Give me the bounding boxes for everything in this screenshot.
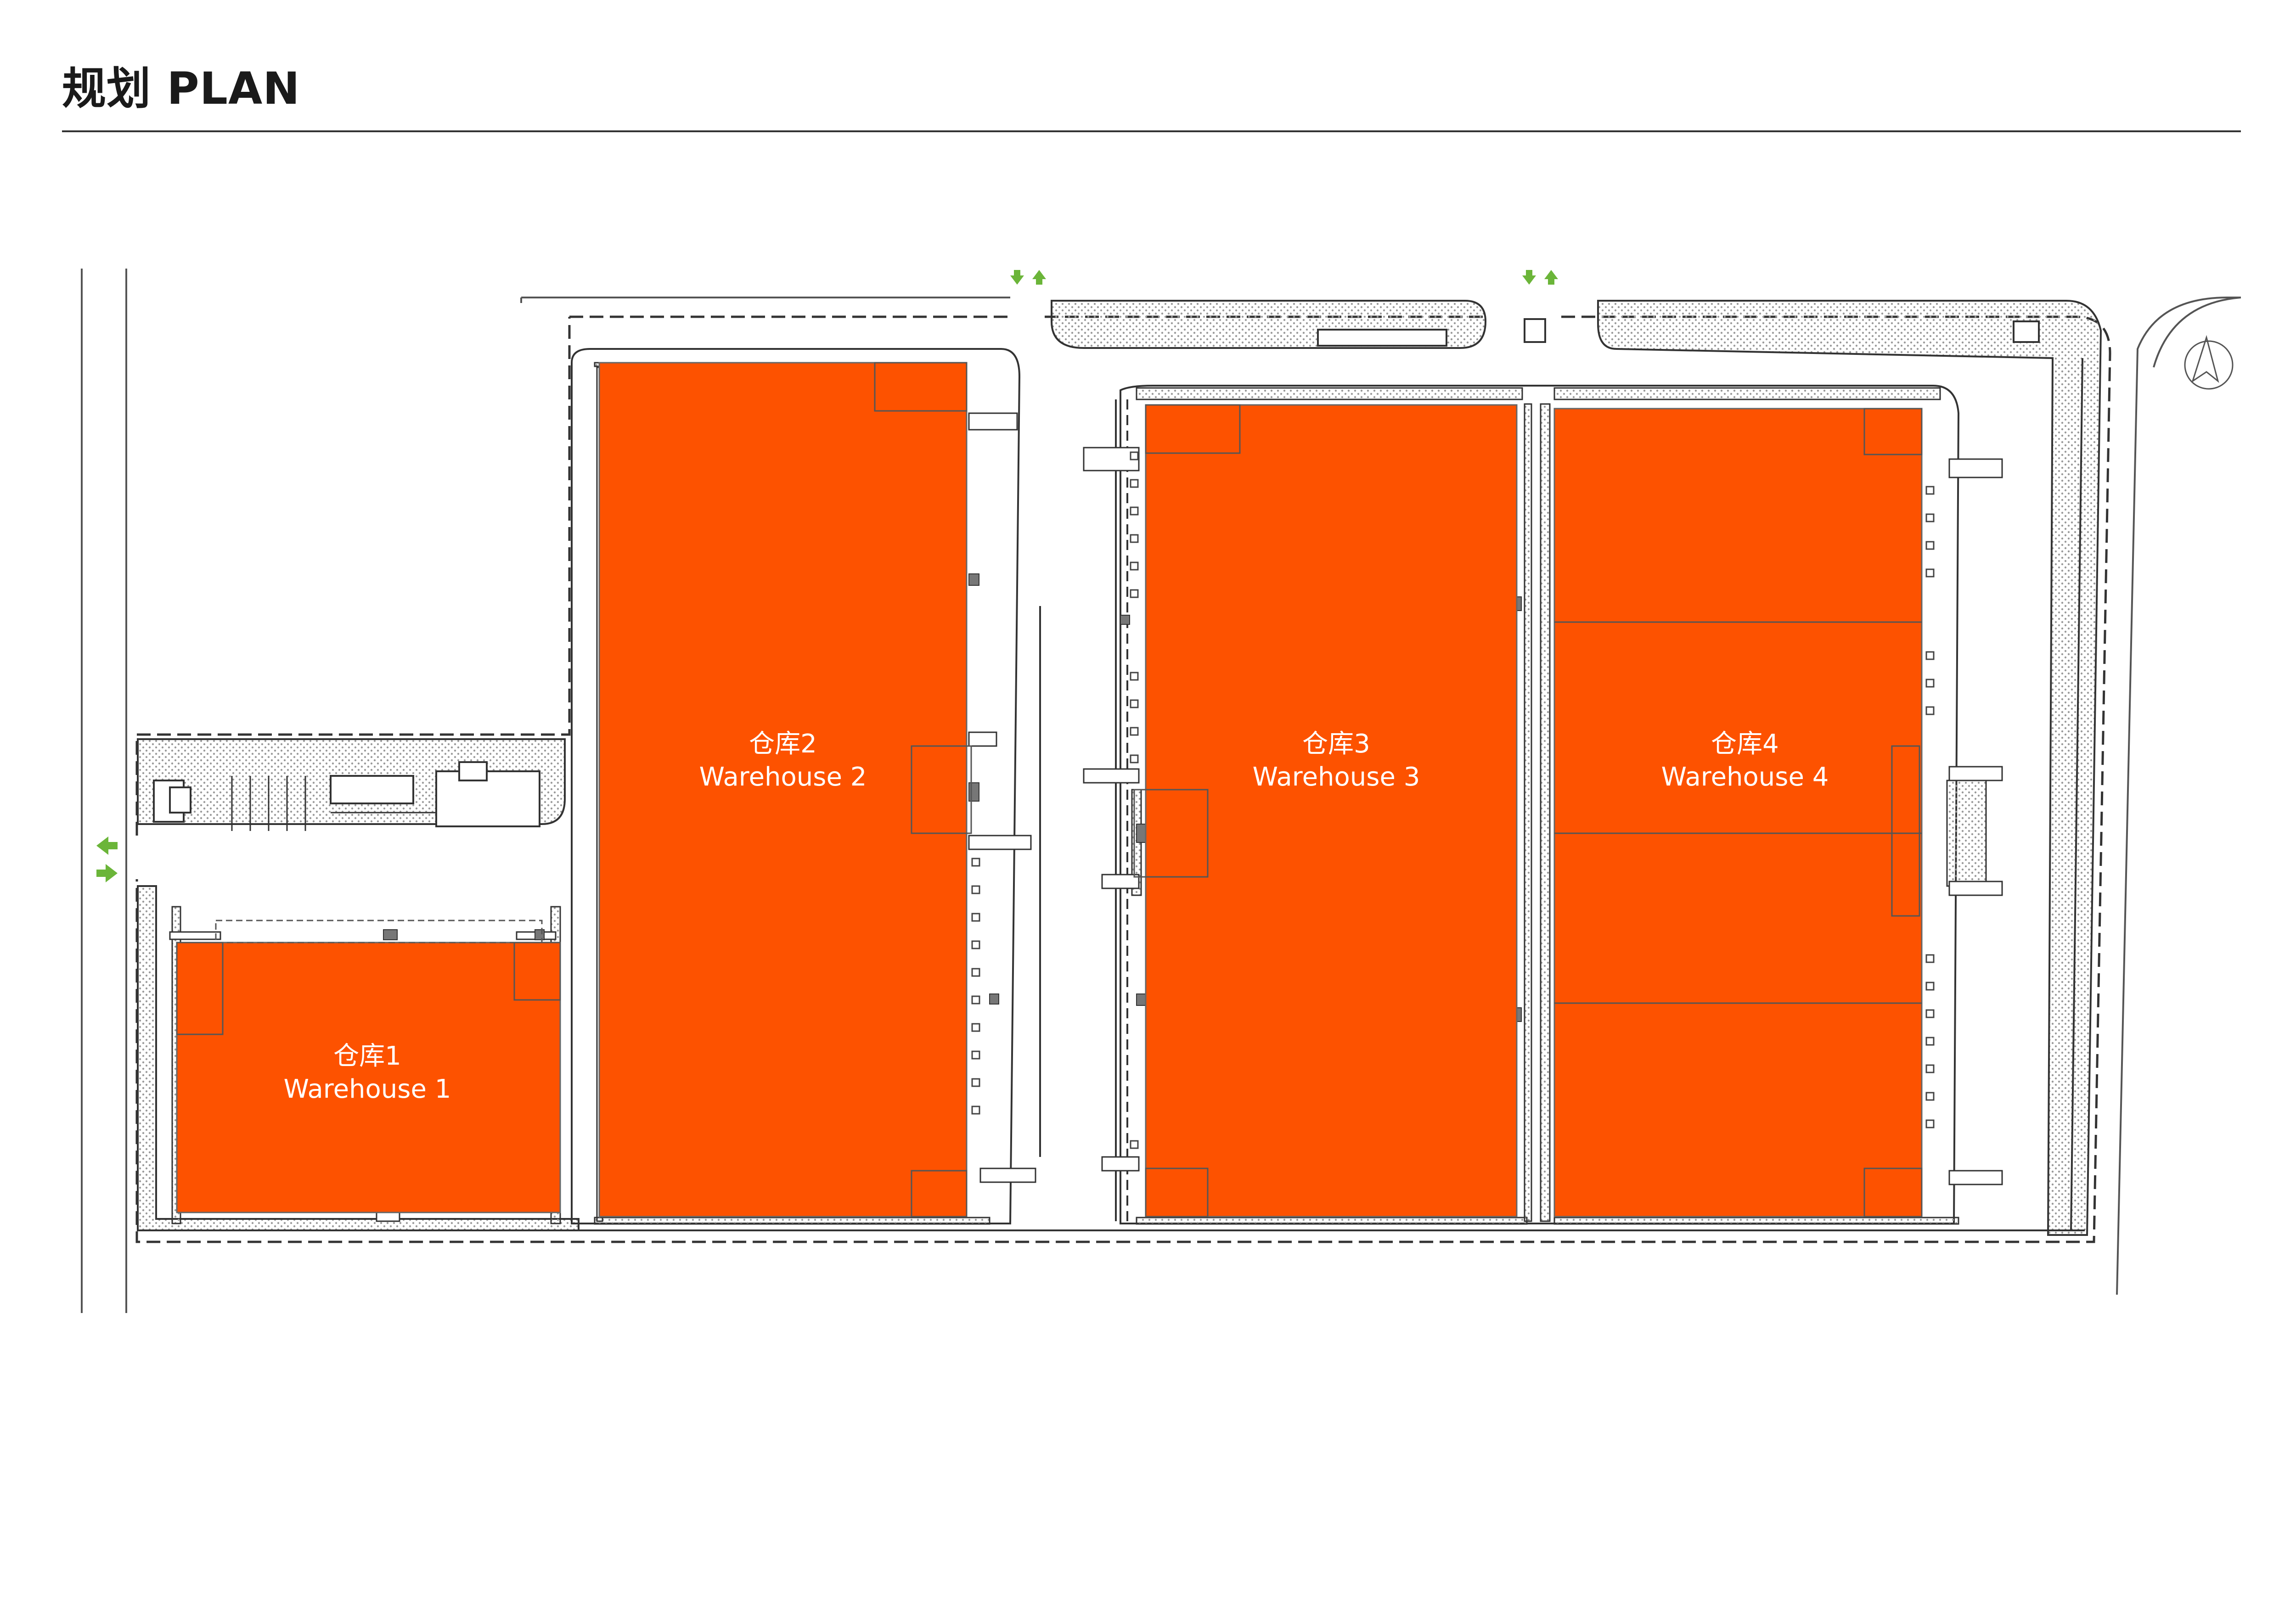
warehouse-4-label-cn: 仓库4 xyxy=(1711,729,1779,759)
warehouse-3-footprint xyxy=(1145,404,1518,1218)
warehouse-4-footprint xyxy=(1553,408,1923,1218)
warehouse-3-label-cn: 仓库3 xyxy=(1302,729,1370,759)
warehouse-2-label: 仓库2 Warehouse 2 xyxy=(687,728,879,794)
warehouse-4-label: 仓库4 Warehouse 4 xyxy=(1649,728,1841,794)
warehouse-4-label-en: Warehouse 4 xyxy=(1661,762,1829,792)
warehouse-3-label: 仓库3 Warehouse 3 xyxy=(1240,728,1433,794)
warehouse-2-label-cn: 仓库2 xyxy=(749,729,817,759)
warehouse-1-label-cn: 仓库1 xyxy=(333,1041,401,1071)
warehouse-2-label-en: Warehouse 2 xyxy=(699,762,867,792)
site-plan xyxy=(81,269,2241,1313)
warehouse-3-label-en: Warehouse 3 xyxy=(1252,762,1420,792)
warehouse-1-label-en: Warehouse 1 xyxy=(283,1074,451,1104)
warehouse-1-label: 仓库1 Warehouse 1 xyxy=(271,1040,464,1106)
north-arrow-icon xyxy=(2184,335,2234,390)
